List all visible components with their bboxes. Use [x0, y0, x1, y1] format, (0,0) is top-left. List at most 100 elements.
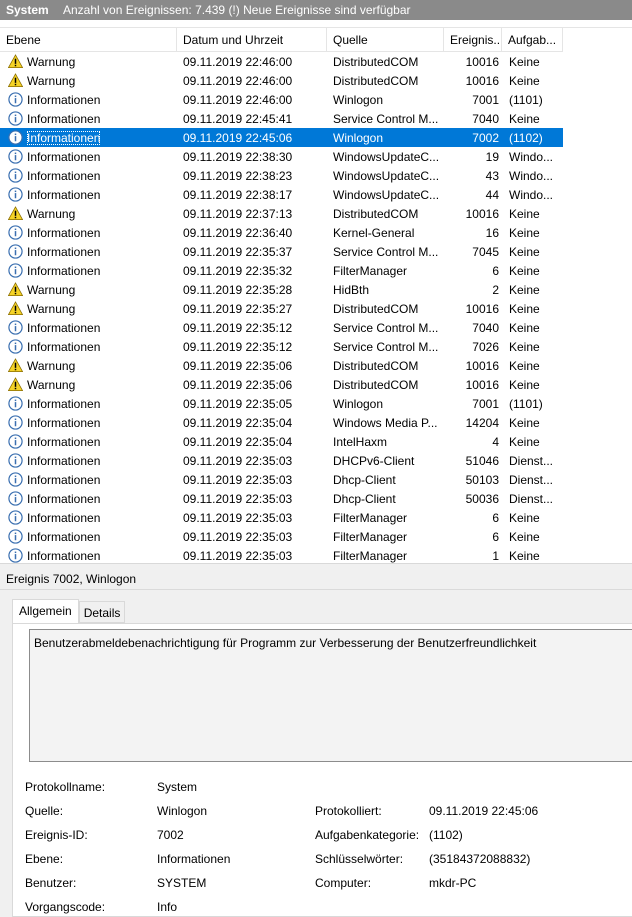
value-logged[interactable]: 09.11.2019 22:45:06 — [429, 804, 538, 818]
event-task-cell: Dienst... — [509, 491, 554, 506]
event-level-cell: Informationen — [0, 187, 177, 202]
event-row[interactable]: Informationen 09.11.2019 22:45:06 Winlogon… — [0, 128, 563, 147]
information-icon — [8, 472, 23, 487]
event-source-cell: DistributedCOM — [333, 301, 419, 316]
event-id-cell: 6 — [492, 263, 499, 278]
column-header-event-id[interactable]: Ereignis... — [444, 28, 502, 52]
event-date-cell: 09.11.2019 22:35:12 — [183, 339, 293, 354]
event-id-cell: 10016 — [465, 377, 499, 392]
information-icon — [8, 529, 23, 544]
event-date-cell: 09.11.2019 22:37:13 — [183, 206, 293, 221]
event-row[interactable]: Informationen 09.11.2019 22:35:03 FilterMa… — [0, 527, 563, 546]
tab-general[interactable]: Allgemein — [12, 599, 79, 624]
event-row[interactable]: Informationen 09.11.2019 22:35:03 FilterMa… — [0, 508, 563, 527]
event-list-header: Ebene Datum und Uhrzeit Quelle Ereignis.… — [0, 28, 563, 52]
column-header-date[interactable]: Datum und Uhrzeit — [177, 28, 327, 52]
event-id-cell: 4 — [492, 434, 499, 449]
event-row[interactable]: Warnung 09.11.2019 22:35:27 DistributedCOM… — [0, 299, 563, 318]
event-row[interactable]: Warnung 09.11.2019 22:35:28 HidBth 2 Keine — [0, 280, 563, 299]
value-keywords[interactable]: (35184372088832) — [429, 852, 530, 866]
event-row[interactable]: Warnung 09.11.2019 22:35:06 DistributedCOM… — [0, 356, 563, 375]
event-row[interactable]: Warnung 09.11.2019 22:46:00 DistributedCOM… — [0, 52, 563, 71]
event-task-cell: Keine — [509, 301, 540, 316]
event-task-cell: Dienst... — [509, 453, 554, 468]
event-row[interactable]: Informationen 09.11.2019 22:45:41 Service … — [0, 109, 563, 128]
event-row[interactable]: Informationen 09.11.2019 22:46:00 Winlogon… — [0, 90, 563, 109]
event-source-cell: Dhcp-Client — [333, 491, 396, 506]
event-level-cell: Informationen — [0, 111, 177, 126]
value-user[interactable]: SYSTEM — [157, 876, 206, 890]
event-row[interactable]: Informationen 09.11.2019 22:38:23 WindowsU… — [0, 166, 563, 185]
event-row[interactable]: Informationen 09.11.2019 22:35:04 Windows … — [0, 413, 563, 432]
event-task-cell: Keine — [509, 415, 540, 430]
information-icon — [8, 415, 23, 430]
value-source[interactable]: Winlogon — [157, 804, 207, 818]
information-icon — [8, 111, 23, 126]
warning-icon — [7, 301, 24, 316]
general-tab-panel: Benutzerabmeldebenachrichtigung für Prog… — [12, 623, 632, 917]
event-task-cell: Keine — [509, 54, 540, 69]
event-date-cell: 09.11.2019 22:35:03 — [183, 491, 293, 506]
event-level-text: Informationen — [27, 434, 101, 449]
event-row[interactable]: Informationen 09.11.2019 22:35:37 Service … — [0, 242, 563, 261]
event-task-cell: Windo... — [509, 149, 554, 164]
value-task-category[interactable]: (1102) — [429, 828, 463, 842]
event-source-cell: Windows Media P... — [333, 415, 438, 430]
event-source-cell: DistributedCOM — [333, 377, 419, 392]
event-date-cell: 09.11.2019 22:46:00 — [183, 54, 293, 69]
event-row[interactable]: Warnung 09.11.2019 22:35:06 DistributedCOM… — [0, 375, 563, 394]
event-level-cell: Warnung — [0, 301, 177, 316]
event-row[interactable]: Informationen 09.11.2019 22:35:04 IntelHax… — [0, 432, 563, 451]
event-row[interactable]: Informationen 09.11.2019 22:35:03 Dhcp-Cli… — [0, 489, 563, 508]
event-row[interactable]: Informationen 09.11.2019 22:35:32 FilterMa… — [0, 261, 563, 280]
column-header-level[interactable]: Ebene — [0, 28, 177, 52]
information-icon — [8, 339, 23, 354]
value-log-name[interactable]: System — [157, 780, 197, 794]
column-header-source[interactable]: Quelle — [327, 28, 444, 52]
event-level-text: Informationen — [27, 225, 101, 240]
information-icon — [8, 320, 23, 335]
event-source-cell: Winlogon — [333, 396, 384, 411]
event-source-cell: Winlogon — [333, 92, 384, 107]
event-date-cell: 09.11.2019 22:35:32 — [183, 263, 293, 278]
event-row[interactable]: Warnung 09.11.2019 22:46:00 DistributedCOM… — [0, 71, 563, 90]
event-source-cell: HidBth — [333, 282, 370, 297]
event-list[interactable]: Ebene Datum und Uhrzeit Quelle Ereignis.… — [0, 27, 632, 563]
event-source-cell: Service Control M... — [333, 320, 439, 335]
value-level[interactable]: Informationen — [157, 852, 230, 866]
event-level-cell: Informationen — [0, 396, 177, 411]
event-row[interactable]: Warnung 09.11.2019 22:37:13 DistributedCOM… — [0, 204, 563, 223]
information-icon — [8, 187, 23, 202]
column-header-task-category[interactable]: Aufgab... — [502, 28, 563, 52]
tab-details[interactable]: Details — [78, 601, 126, 623]
event-row[interactable]: Informationen 09.11.2019 22:35:03 DHCPv6-C… — [0, 451, 563, 470]
event-id-cell: 7026 — [472, 339, 499, 354]
value-opcode[interactable]: Info — [157, 900, 177, 914]
event-date-cell: 09.11.2019 22:35:03 — [183, 472, 293, 487]
information-icon — [8, 396, 23, 411]
event-level-cell: Warnung — [0, 206, 177, 221]
event-level-text: Warnung — [27, 301, 76, 316]
event-message-box[interactable]: Benutzerabmeldebenachrichtigung für Prog… — [29, 629, 632, 762]
event-level-cell: Informationen — [0, 491, 177, 506]
event-row[interactable]: Informationen 09.11.2019 22:35:12 Service … — [0, 318, 563, 337]
event-date-cell: 09.11.2019 22:35:06 — [183, 358, 293, 373]
value-computer[interactable]: mkdr-PC — [429, 876, 476, 890]
event-row[interactable]: Informationen 09.11.2019 22:35:03 FilterMa… — [0, 546, 563, 563]
event-row[interactable]: Informationen 09.11.2019 22:35:03 Dhcp-Cli… — [0, 470, 563, 489]
event-source-cell: WindowsUpdateC... — [333, 149, 440, 164]
event-row[interactable]: Informationen 09.11.2019 22:35:05 Winlogon… — [0, 394, 563, 413]
event-level-text: Informationen — [27, 396, 101, 411]
event-source-cell: Dhcp-Client — [333, 472, 396, 487]
event-row[interactable]: Informationen 09.11.2019 22:38:30 WindowsU… — [0, 147, 563, 166]
event-source-cell: FilterManager — [333, 263, 408, 278]
label-opcode: Vorgangscode: — [25, 900, 106, 914]
event-source-cell: FilterManager — [333, 548, 408, 563]
event-row[interactable]: Informationen 09.11.2019 22:36:40 Kernel-G… — [0, 223, 563, 242]
event-row[interactable]: Informationen 09.11.2019 22:38:17 WindowsU… — [0, 185, 563, 204]
event-date-cell: 09.11.2019 22:45:06 — [183, 130, 293, 145]
event-source-cell: Service Control M... — [333, 339, 439, 354]
event-row[interactable]: Informationen 09.11.2019 22:35:12 Service … — [0, 337, 563, 356]
event-level-text: Informationen — [27, 92, 101, 107]
value-event-id[interactable]: 7002 — [157, 828, 184, 842]
